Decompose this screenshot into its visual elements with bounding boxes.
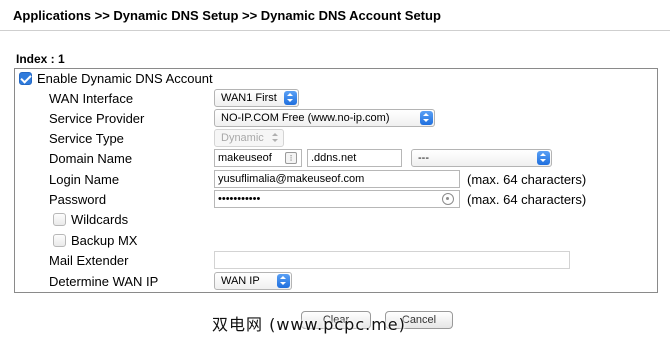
domain-name-value: makeuseof <box>218 152 272 164</box>
password-reveal-icon[interactable] <box>442 193 454 205</box>
domain-suffix-select-value: --- <box>418 152 429 164</box>
domain-name-input[interactable]: makeuseof ⁝ <box>214 149 302 167</box>
index-label: Index : 1 <box>16 52 65 66</box>
enable-ddns-checkbox[interactable] <box>19 72 32 85</box>
backup-mx-label: Backup MX <box>71 233 138 248</box>
login-name-label: Login Name <box>49 172 120 187</box>
domain-suffix-select[interactable]: --- <box>411 149 552 167</box>
select-arrows-icon <box>269 131 282 145</box>
breadcrumb: Applications >> Dynamic DNS Setup >> Dyn… <box>13 8 441 23</box>
domain-suffix-input[interactable]: .ddns.net <box>307 149 402 167</box>
password-row: Password ••••••••••• (max. 64 characters… <box>15 190 657 210</box>
determine-wan-ip-select[interactable]: WAN IP <box>214 272 292 290</box>
determine-wan-ip-row: Determine WAN IP WAN IP <box>15 272 657 292</box>
determine-wan-ip-value: WAN IP <box>221 275 260 287</box>
password-label: Password <box>49 192 107 207</box>
domain-name-label: Domain Name <box>49 151 133 166</box>
select-arrows-icon <box>537 151 550 165</box>
backup-mx-row: Backup MX <box>15 231 657 251</box>
determine-wan-ip-label: Determine WAN IP <box>49 274 159 289</box>
login-name-hint: (max. 64 characters) <box>467 172 587 187</box>
header-divider <box>0 30 670 31</box>
service-type-select[interactable]: Dynamic <box>214 129 284 147</box>
password-input[interactable]: ••••••••••• <box>214 190 460 208</box>
service-provider-label: Service Provider <box>49 111 145 126</box>
wildcards-row: Wildcards <box>15 210 657 230</box>
wan-interface-select[interactable]: WAN1 First <box>214 89 299 107</box>
mail-extender-label: Mail Extender <box>49 253 129 268</box>
password-hint: (max. 64 characters) <box>467 192 587 207</box>
watermark: 双电网 (www.pcpc.me) <box>212 315 406 334</box>
service-type-row: Service Type Dynamic <box>15 129 657 149</box>
service-type-value: Dynamic <box>221 132 264 144</box>
wildcards-label: Wildcards <box>71 212 129 227</box>
enable-ddns-label: Enable Dynamic DNS Account <box>37 71 213 86</box>
domain-suffix-value: .ddns.net <box>311 152 357 164</box>
settings-panel: Enable Dynamic DNS Account WAN Interface… <box>14 68 658 293</box>
mail-extender-row: Mail Extender <box>15 251 657 271</box>
wan-interface-value: WAN1 First <box>221 92 277 104</box>
service-provider-select[interactable]: NO-IP.COM Free (www.no-ip.com) <box>214 109 435 127</box>
service-provider-row: Service Provider NO-IP.COM Free (www.no-… <box>15 109 657 129</box>
wan-interface-row: WAN Interface WAN1 First <box>15 89 657 109</box>
wildcards-checkbox[interactable] <box>53 213 66 226</box>
wan-interface-label: WAN Interface <box>49 91 134 106</box>
login-name-row: Login Name yusuflimalia@makeuseof.com (m… <box>15 170 657 190</box>
service-type-label: Service Type <box>49 131 124 146</box>
select-arrows-icon <box>420 111 433 125</box>
service-provider-value: NO-IP.COM Free (www.no-ip.com) <box>221 112 390 124</box>
login-name-input[interactable]: yusuflimalia@makeuseof.com <box>214 170 460 188</box>
enable-row: Enable Dynamic DNS Account <box>15 69 657 89</box>
password-value: ••••••••••• <box>218 193 261 205</box>
backup-mx-checkbox[interactable] <box>53 234 66 247</box>
login-name-value: yusuflimalia@makeuseof.com <box>218 173 365 185</box>
select-arrows-icon <box>277 274 290 288</box>
autofill-key-icon[interactable]: ⁝ <box>285 152 297 164</box>
domain-name-row: Domain Name makeuseof ⁝ .ddns.net --- <box>15 149 657 169</box>
select-arrows-icon <box>284 91 297 105</box>
mail-extender-input[interactable] <box>214 251 570 269</box>
